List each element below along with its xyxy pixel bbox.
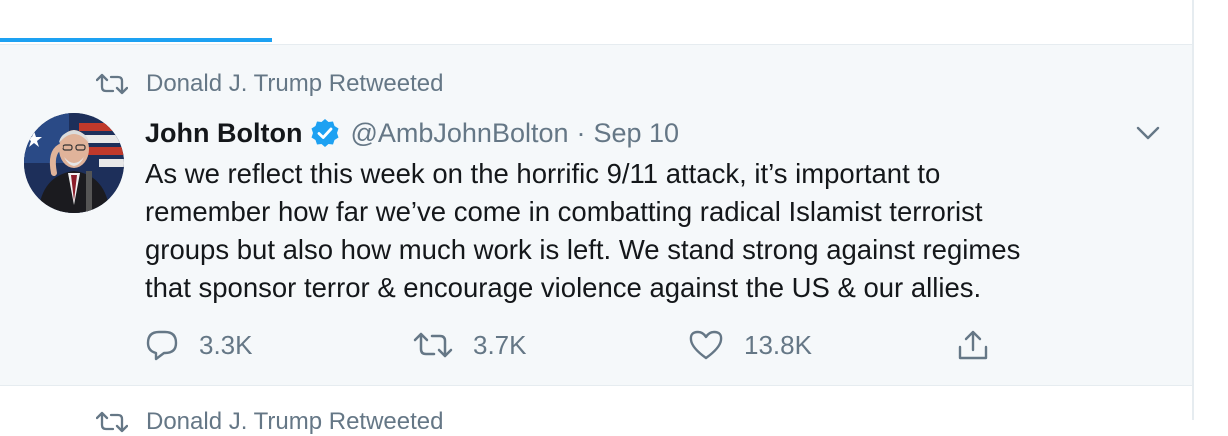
retweet-icon [96, 73, 128, 95]
author-name[interactable]: John Bolton [145, 118, 302, 149]
chevron-down-icon[interactable] [1134, 119, 1162, 147]
share-button[interactable] [956, 325, 1010, 365]
tweet-text: As we reflect this week on the horrific … [145, 155, 1155, 307]
verified-badge-icon [311, 119, 339, 147]
tweet-header: John Bolton @AmbJohnBolton · Sep 10 [145, 113, 679, 153]
next-tweet-card[interactable]: Donald J. Trump Retweeted [0, 386, 1192, 435]
like-count: 13.8K [744, 329, 812, 360]
tweet-text-line: As we reflect this week on the horrific … [145, 158, 941, 189]
retweet-context-label: Donald J. Trump Retweeted [146, 408, 444, 435]
tweet-card[interactable]: Donald J. Trump Retweeted John Bolton @A… [0, 45, 1192, 386]
active-tab-indicator [0, 38, 272, 42]
tweet-text-line: groups but also how much work is left. W… [145, 234, 1021, 265]
retweet-context: Donald J. Trump Retweeted [96, 408, 443, 436]
like-button[interactable]: 13.8K [688, 325, 812, 365]
retweet-icon [413, 332, 453, 358]
retweet-icon [96, 411, 128, 433]
share-icon [958, 330, 988, 360]
tweet-timestamp[interactable]: Sep 10 [594, 118, 680, 149]
reply-button[interactable]: 3.3K [145, 325, 253, 365]
retweet-count: 3.7K [473, 329, 527, 360]
retweet-button[interactable]: 3.7K [413, 325, 527, 365]
tweet-text-line: remember how far we’ve come in combattin… [145, 196, 983, 227]
timeline-column: Donald J. Trump Retweeted John Bolton @A… [0, 0, 1194, 435]
tab-tweets[interactable] [60, 0, 210, 10]
avatar[interactable] [24, 113, 124, 213]
tweet-actions: 3.3K 3.7K 13.8K [145, 325, 1005, 365]
tweet-text-line: that sponsor terror & encourage violence… [145, 272, 982, 303]
retweet-context-label: Donald J. Trump Retweeted [146, 70, 444, 97]
reply-count: 3.3K [199, 329, 253, 360]
author-handle[interactable]: @AmbJohnBolton [350, 118, 568, 149]
avatar-image [24, 113, 124, 213]
reply-icon [146, 330, 178, 361]
separator-dot: · [576, 117, 586, 148]
retweet-context: Donald J. Trump Retweeted [96, 69, 443, 99]
like-icon [689, 330, 723, 360]
profile-tabs [0, 0, 1192, 45]
